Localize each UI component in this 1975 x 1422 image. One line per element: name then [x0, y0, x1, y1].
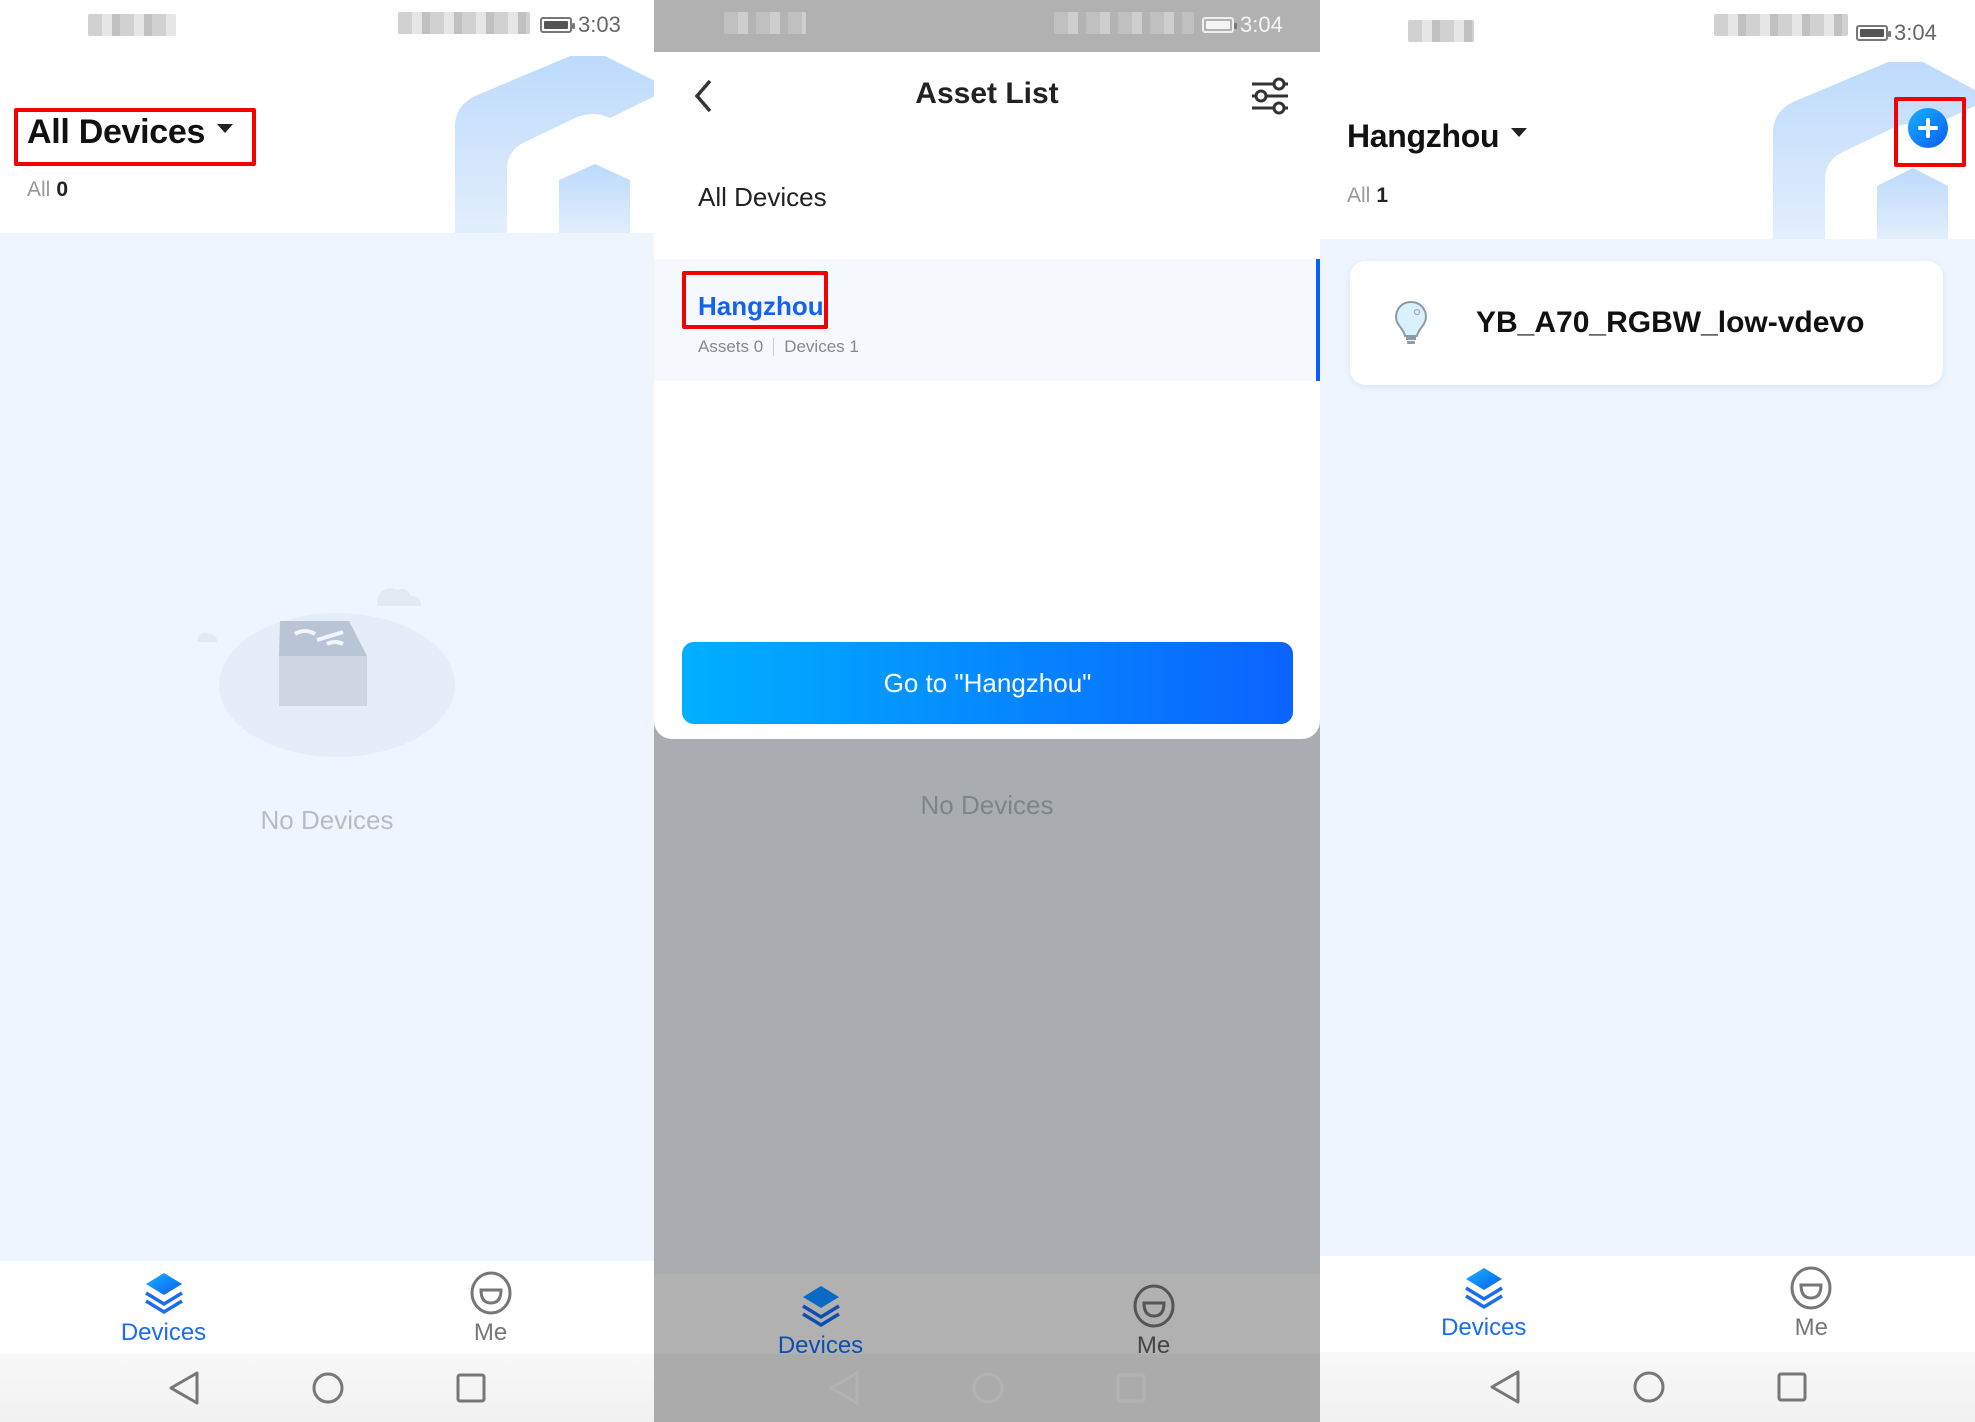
- tab-devices-label: Devices: [120, 1319, 207, 1346]
- system-nav-bar: [654, 1354, 1320, 1422]
- tab-me-label: Me: [473, 1319, 508, 1346]
- empty-state-text: No Devices: [260, 805, 394, 835]
- empty-box-icon: [197, 588, 455, 757]
- location-title: Hangzhou: [1347, 118, 1500, 154]
- system-nav-bar: [1320, 1352, 1975, 1422]
- smiley-icon: [470, 1271, 511, 1315]
- nav-back-icon[interactable]: [827, 1370, 861, 1406]
- device-count: All 0: [27, 178, 68, 202]
- nav-recents-icon[interactable]: [1115, 1372, 1147, 1404]
- tab-devices[interactable]: Devices: [0, 1261, 327, 1357]
- asset-devices-count: Devices 1: [784, 337, 859, 356]
- layers-icon: [801, 1286, 840, 1328]
- tab-devices-label: Devices: [1441, 1314, 1527, 1341]
- tab-bar: Devices Me: [0, 1261, 654, 1357]
- screen-asset-list: 3:04 No Devices Asset List All Devices H…: [654, 0, 1320, 1422]
- status-time: 3:04: [1894, 20, 1937, 45]
- asset-item-all-devices[interactable]: All Devices: [698, 182, 827, 213]
- device-card[interactable]: YB_A70_RGBW_low-vdevo: [1350, 261, 1943, 385]
- go-to-asset-button[interactable]: Go to "Hangzhou": [682, 642, 1293, 724]
- smiley-icon: [1133, 1284, 1174, 1328]
- status-carrier-blurred: [724, 12, 806, 34]
- caret-down-icon: [1511, 128, 1528, 137]
- divider: [773, 338, 775, 356]
- nav-recents-icon[interactable]: [455, 1372, 487, 1404]
- status-icons-blurred: [398, 12, 530, 34]
- empty-state-text: No Devices: [920, 790, 1054, 820]
- highlight-box: [14, 108, 256, 166]
- smiley-icon: [1790, 1266, 1832, 1310]
- battery-icon: [1856, 25, 1891, 41]
- status-carrier-blurred: [88, 14, 176, 36]
- status-carrier-blurred: [1408, 20, 1474, 42]
- highlight-box: [1894, 97, 1966, 167]
- battery-icon: [1202, 17, 1237, 33]
- tab-bar: Devices Me: [1320, 1256, 1975, 1352]
- device-count: All 1: [1347, 184, 1388, 208]
- home-header: 3:03 All Devices All 0: [0, 0, 654, 233]
- nav-home-icon[interactable]: [971, 1371, 1005, 1405]
- asset-meta: Assets 0 Devices 1: [698, 337, 859, 357]
- status-icons-blurred: [1054, 12, 1194, 34]
- lightbulb-icon: [1394, 300, 1428, 344]
- status-bar: 3:04: [654, 0, 1320, 52]
- tab-me[interactable]: Me: [1648, 1256, 1975, 1352]
- home-header: 3:04 Hangzhou All 1: [1320, 0, 1975, 239]
- asset-list-navbar: Asset List: [654, 52, 1320, 142]
- status-time: 3:03: [578, 12, 621, 37]
- layers-icon: [1464, 1268, 1503, 1310]
- count-value: 0: [56, 178, 69, 201]
- filter-settings-icon[interactable]: [1250, 76, 1290, 116]
- screen-all-devices: 3:03 All Devices All 0 No Devices Device…: [0, 0, 654, 1422]
- status-bar: 3:03: [0, 0, 654, 52]
- nav-back-icon[interactable]: [1488, 1369, 1522, 1405]
- tab-me[interactable]: Me: [327, 1261, 654, 1357]
- location-selector[interactable]: Hangzhou: [1347, 118, 1528, 155]
- highlight-box: [682, 271, 828, 329]
- nav-back-icon[interactable]: [167, 1370, 201, 1406]
- status-time: 3:04: [1240, 12, 1283, 37]
- asset-item-hangzhou[interactable]: Hangzhou Assets 0 Devices 1: [654, 259, 1320, 381]
- nav-home-icon[interactable]: [1632, 1370, 1666, 1404]
- device-name: YB_A70_RGBW_low-vdevo: [1476, 306, 1865, 339]
- empty-state: No Devices: [0, 570, 654, 836]
- nav-home-icon[interactable]: [311, 1371, 345, 1405]
- status-bar: 3:04: [1320, 0, 1975, 52]
- layers-icon: [144, 1273, 183, 1315]
- status-icons-blurred: [1714, 14, 1848, 36]
- nav-recents-icon[interactable]: [1776, 1371, 1808, 1403]
- asset-list-sheet: Asset List All Devices Hangzhou Assets 0…: [654, 52, 1320, 739]
- tab-me-label: Me: [1794, 1314, 1828, 1341]
- house-decoration-icon: [455, 56, 654, 233]
- tab-devices[interactable]: Devices: [1320, 1256, 1648, 1352]
- empty-state-dimmed: No Devices: [654, 790, 1320, 821]
- system-nav-bar: [0, 1354, 654, 1422]
- asset-list-title: Asset List: [915, 77, 1059, 110]
- battery-icon: [540, 17, 575, 33]
- screen-hangzhou-devices: 3:04 Hangzhou All 1 YB_A70_RGBW_low-vdevo: [1320, 0, 1975, 1422]
- asset-assets-count: Assets 0: [698, 337, 764, 356]
- count-value: 1: [1376, 184, 1389, 207]
- count-label: All: [27, 178, 51, 201]
- count-label: All: [1347, 184, 1371, 207]
